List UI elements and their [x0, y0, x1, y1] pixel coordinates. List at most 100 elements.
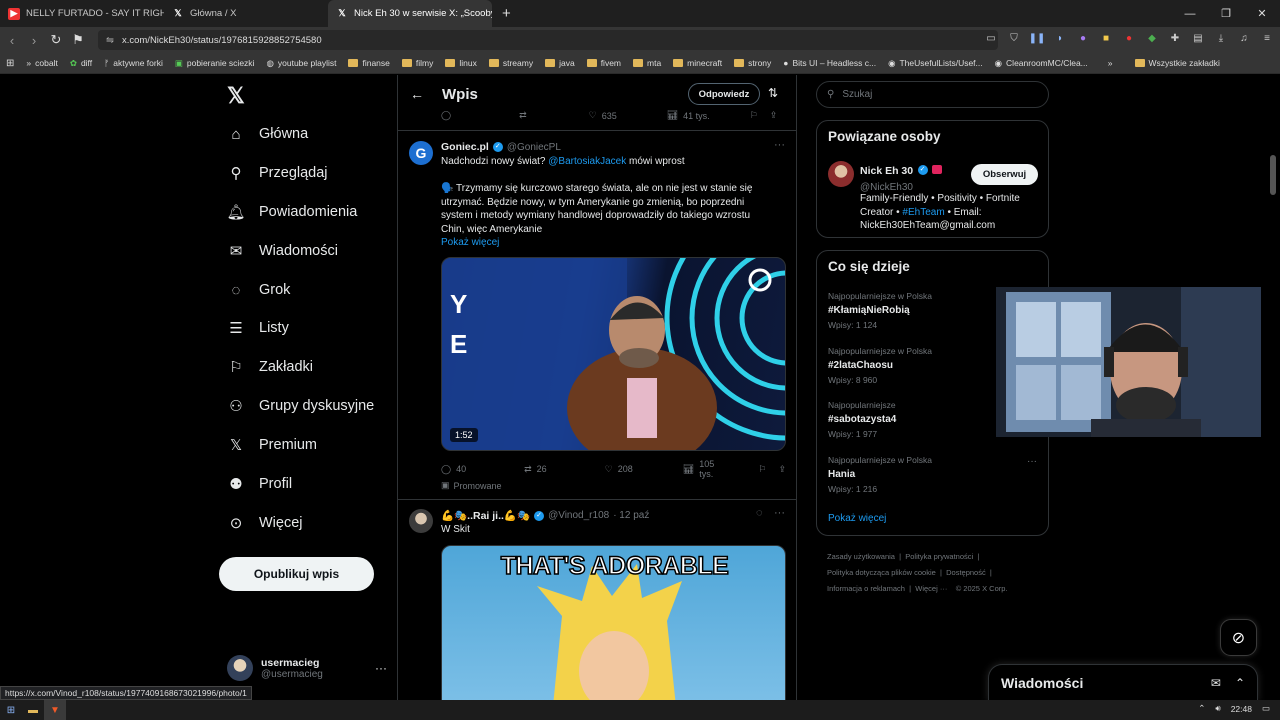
bookmark-folder[interactable]: mta [627, 58, 667, 68]
bookmark-item[interactable]: » cobalt [20, 58, 63, 68]
more-dots-icon[interactable]: ··· [774, 139, 785, 151]
reply-icon[interactable]: ◯ [441, 110, 451, 121]
tweet-image[interactable]: THAT'S ADORABLE [441, 545, 786, 701]
extension-icon[interactable]: ● [1076, 31, 1090, 45]
nav-communities[interactable]: ⚇ Grupy dyskusyjne [227, 397, 374, 415]
author-name[interactable]: 💪🎭..Rai ji..💪🎭 [441, 509, 530, 522]
bookmark-folder[interactable]: strony [728, 58, 777, 68]
bookmark-item[interactable]: ▣ pobieranie sciezki [169, 58, 261, 69]
nav-notifications[interactable]: 🔔︎ Powiadomienia [226, 203, 357, 221]
extension-icon[interactable]: ■ [1099, 31, 1113, 45]
account-switcher[interactable]: usermacieg @usermacieg ··· [227, 655, 387, 681]
start-icon[interactable]: ⊞ [0, 700, 22, 720]
author-handle[interactable]: @Vinod_r108 [548, 510, 609, 521]
extensions-puzzle-icon[interactable]: ✚ [1168, 31, 1182, 45]
all-bookmarks[interactable]: Wszystkie zakładki [1129, 58, 1226, 68]
share-icon[interactable]: ⇪ [770, 110, 778, 121]
bookmark-folder[interactable]: java [539, 58, 581, 68]
bookmark-folder[interactable]: linux [439, 58, 482, 68]
reply-button[interactable]: Odpowiedz [688, 83, 760, 105]
volume-icon[interactable]: 🔊︎ [1215, 703, 1220, 714]
trend-item[interactable]: Najpopularniejsze w Polska Hania Wpisy: … [828, 455, 932, 494]
bookmark-item[interactable]: ᚠ aktywne forki [98, 58, 169, 68]
views-action[interactable]: 📊︎ 41 tys. [667, 110, 710, 121]
extension-icon[interactable]: ◆ [1145, 31, 1159, 45]
post-button[interactable]: Opublikuj wpis [219, 557, 374, 591]
reply-action[interactable]: ◯ 40 [441, 464, 466, 475]
nav-premium[interactable]: 𝕏 Premium [227, 436, 317, 454]
bookmark-folder[interactable]: minecraft [667, 58, 728, 68]
nav-grok[interactable]: ◌ Grok [227, 281, 291, 299]
views-action[interactable]: 📊︎ 105 tys. [683, 459, 727, 479]
nav-more[interactable]: ⊙ Więcej [227, 514, 303, 532]
back-arrow-icon[interactable]: ← [410, 86, 424, 102]
author-name[interactable]: Goniec.pl [441, 141, 489, 153]
tab-x-home[interactable]: 𝕏 Główna / X [164, 0, 328, 27]
menu-icon[interactable]: ≡ [1260, 31, 1274, 45]
media-icon[interactable]: ♫ [1237, 31, 1251, 45]
minimize-icon[interactable]: — [1172, 0, 1208, 27]
filter-icon[interactable]: ⇅ [768, 86, 778, 100]
search-input[interactable]: ⚲ Szukaj [816, 81, 1049, 108]
like-action[interactable]: ♡ 635 [589, 110, 617, 121]
restore-icon[interactable]: ❐ [1208, 0, 1244, 27]
bookmark-folder[interactable]: streamy [483, 58, 539, 68]
notification-icon[interactable]: ▭ [1262, 703, 1270, 714]
show-more-link[interactable]: Pokaż więcej [828, 513, 886, 524]
tweet-time[interactable]: · 12 paź [613, 510, 649, 521]
footer-link[interactable]: Informacja o reklamach [827, 584, 905, 593]
back-icon[interactable]: ‹ [2, 33, 22, 48]
close-window-icon[interactable]: ✕ [1244, 0, 1280, 27]
mention-link[interactable]: @BartosiakJacek [548, 156, 626, 167]
more-bookmarks-icon[interactable]: » [1102, 58, 1119, 68]
more-dots-icon[interactable]: ··· [774, 507, 785, 519]
bookmark-item[interactable]: ◉ CleanroomMC/Clea... [989, 58, 1094, 69]
author-handle[interactable]: @GoniecPL [507, 142, 561, 153]
bookmark-icon[interactable]: ⚑ [68, 32, 88, 48]
like-action[interactable]: ♡ 208 [605, 464, 633, 475]
person-name[interactable]: Nick Eh 30 [860, 165, 913, 177]
nav-home[interactable]: ⌂ Główna [227, 125, 308, 143]
forward-icon[interactable]: › [24, 33, 44, 48]
x-logo-icon[interactable]: 𝕏 [227, 83, 245, 109]
tray-chevron-icon[interactable]: ⌃ [1198, 703, 1205, 714]
footer-link[interactable]: Więcej ··· [915, 584, 947, 593]
retweet-action[interactable]: ⇄ 26 [524, 464, 547, 475]
footer-link[interactable]: Polityka prywatności [905, 552, 973, 561]
expand-icon[interactable]: ⌃ [1235, 676, 1245, 690]
shield-icon[interactable]: ⛉ [1007, 31, 1021, 45]
nav-lists[interactable]: ☰ Listy [227, 319, 289, 337]
video-player[interactable]: Y E 1:52 [441, 257, 786, 451]
bookmark-folder[interactable]: filmy [396, 58, 439, 68]
audio-icon[interactable]: ◗ [1053, 31, 1067, 45]
bookmark-icon[interactable]: ⚐ [758, 464, 766, 475]
grok-icon[interactable]: ◌ [756, 507, 763, 519]
extension-icon[interactable]: ● [1122, 31, 1136, 45]
grok-button[interactable]: ⊘ [1220, 619, 1257, 656]
trend-item[interactable]: Najpopularniejsze w Polska #2lataChaosu … [828, 346, 932, 385]
tab-youtube[interactable]: ▶ NELLY FURTADO - SAY IT RIGHT ( [0, 0, 164, 27]
avatar[interactable] [828, 161, 854, 187]
page-scrollbar[interactable] [1270, 155, 1276, 195]
url-field[interactable]: ⇋ x.com/NickEh30/status/1976815928852754… [98, 30, 998, 50]
share-icon[interactable]: ⇪ [778, 464, 786, 475]
trend-item[interactable]: Najpopularniejsze #sabotazysta4 Wpisy: 1… [828, 400, 896, 439]
apps-icon[interactable]: ⊞ [0, 58, 20, 69]
bookmark-item[interactable]: ● Bits UI – Headless c... [777, 58, 882, 68]
footer-link[interactable]: Dostępność [946, 568, 986, 577]
messages-drawer[interactable]: Wiadomości ✉ ⌃ [988, 664, 1258, 701]
bookmark-folder[interactable]: finanse [342, 58, 395, 68]
avatar[interactable]: G [409, 141, 433, 165]
clock[interactable]: 22:48 [1231, 704, 1252, 714]
cast-icon[interactable]: ▭ [984, 31, 998, 45]
footer-link[interactable]: Polityka dotycząca plików cookie [827, 568, 936, 577]
reload-icon[interactable]: ↻ [46, 32, 66, 48]
footer-link[interactable]: Zasady użytkowania [827, 552, 895, 561]
site-info-icon[interactable]: ⇋ [106, 35, 114, 46]
brave-browser-icon[interactable]: ▼ [44, 700, 66, 720]
retweet-icon[interactable]: ⇄ [519, 110, 527, 121]
show-more-link[interactable]: Pokaż więcej [441, 236, 499, 250]
nav-messages[interactable]: ✉ Wiadomości [227, 242, 338, 260]
bookmark-folder[interactable]: fivem [581, 58, 627, 68]
download-icon[interactable]: ⤓ [1214, 31, 1228, 45]
